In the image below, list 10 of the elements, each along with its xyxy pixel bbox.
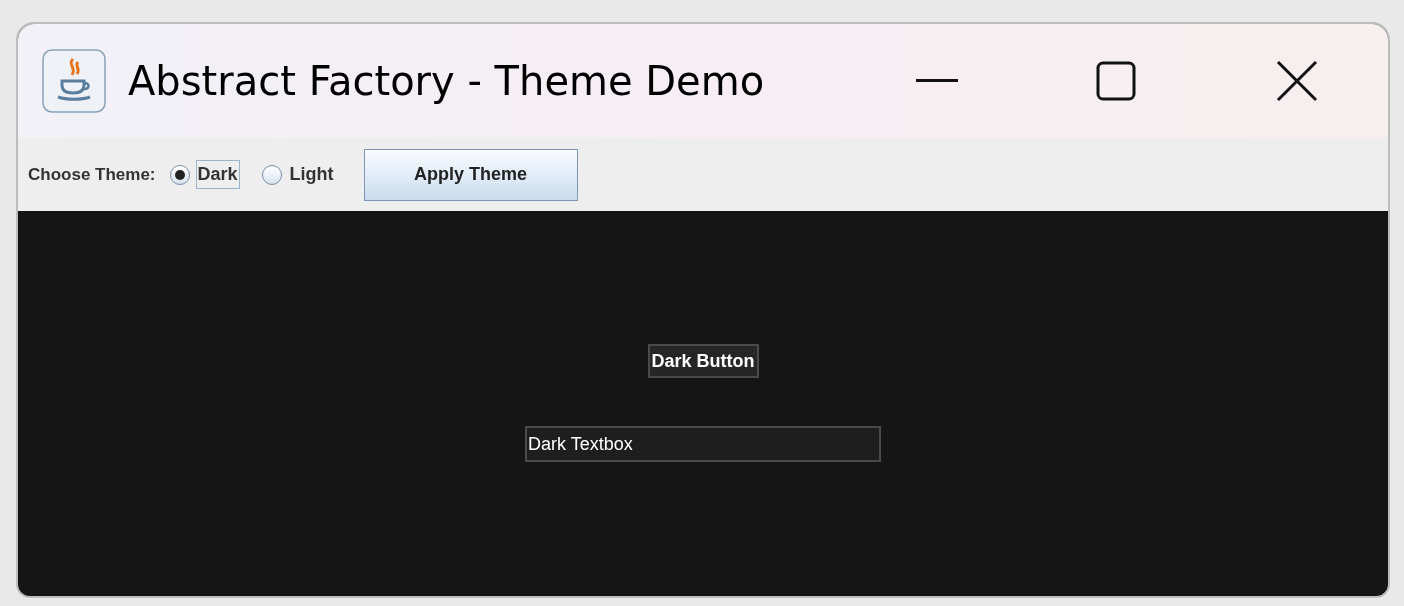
text-field[interactable]: Dark Textbox <box>525 426 881 462</box>
theme-radio[interactable]: Light <box>261 160 336 189</box>
window-title: Abstract Factory - Theme Demo <box>128 57 765 106</box>
minimize-icon[interactable] <box>916 79 958 83</box>
theme-label: Choose Theme: <box>28 163 156 186</box>
apply-theme-button[interactable]: Apply Theme <box>363 148 578 201</box>
dark-button[interactable]: Dark Button <box>647 344 759 378</box>
java-cup-icon <box>42 49 106 113</box>
close-icon[interactable] <box>1276 60 1318 102</box>
maximize-icon[interactable] <box>1096 61 1136 101</box>
